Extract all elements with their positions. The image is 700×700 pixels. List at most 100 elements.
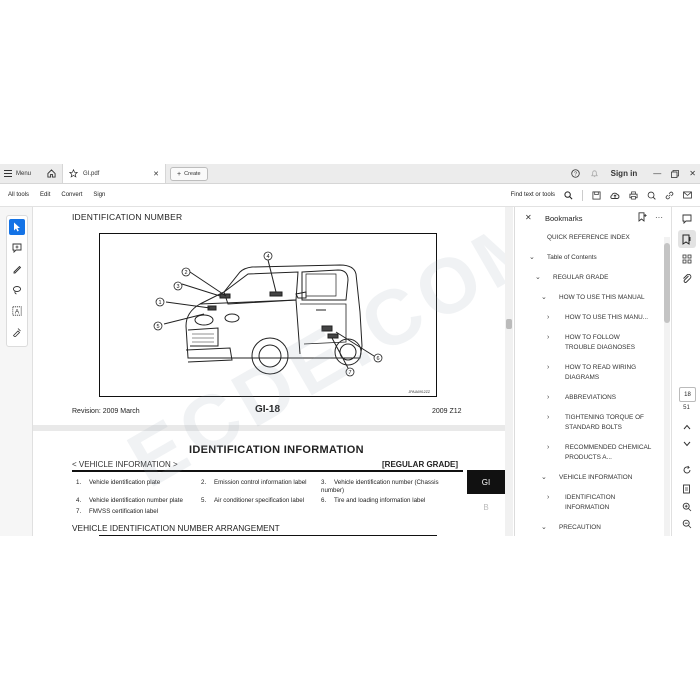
bookmarks-scroll-thumb[interactable] xyxy=(664,243,670,323)
previous-page-button[interactable] xyxy=(680,420,694,434)
bookmarks-scrollbar[interactable] xyxy=(664,237,670,536)
chevron-right-icon[interactable]: › xyxy=(547,333,549,343)
grid-icon xyxy=(682,254,692,264)
all-tools-menu[interactable]: All tools xyxy=(8,192,29,198)
bookmarks-title: Bookmarks xyxy=(545,214,583,223)
print-icon[interactable] xyxy=(629,191,638,200)
page-number-input[interactable]: 18 xyxy=(679,387,696,402)
rotate-button[interactable] xyxy=(680,463,694,477)
select-tool[interactable] xyxy=(9,219,25,235)
more-options-icon[interactable]: ··· xyxy=(655,213,663,222)
link-icon[interactable] xyxy=(665,191,674,200)
bookmark-item[interactable]: › HOW TO READ WIRING DIAGRAMS xyxy=(547,363,645,383)
bookmarks-pane-button[interactable] xyxy=(678,230,696,248)
bookmark-item[interactable]: ⌄ VEHICLE INFORMATION xyxy=(541,473,671,483)
save-icon[interactable] xyxy=(592,190,601,200)
chevron-right-icon[interactable]: › xyxy=(547,413,549,423)
chevron-down-icon xyxy=(683,441,691,447)
draw-tool[interactable] xyxy=(9,282,25,298)
zoom-out-button[interactable] xyxy=(680,517,694,531)
chevron-right-icon[interactable]: › xyxy=(547,393,549,403)
legend-item: 2. Emission control information label xyxy=(201,479,307,486)
minimize-icon[interactable]: — xyxy=(653,169,661,178)
bookmark-item[interactable]: › RECOMMENDED CHEMICAL PRODUCTS A... xyxy=(547,443,653,463)
document-viewport[interactable]: IDENTIFICATION NUMBER 3 1 2 4 5 6 7 JPAI… xyxy=(33,207,513,536)
close-tab-icon[interactable]: ✕ xyxy=(153,170,159,178)
bookmarks-panel: ✕ Bookmarks ··· QUICK REFERENCE INDEX ⌄ T… xyxy=(514,207,671,536)
text-box-icon: A xyxy=(12,306,22,316)
bookmark-item[interactable]: › ABBREVIATIONS xyxy=(547,393,671,403)
side-index-tab-b: B xyxy=(483,502,489,512)
ai-search-icon[interactable] xyxy=(647,191,656,200)
menu-button[interactable]: Menu xyxy=(4,164,31,183)
bookmark-item[interactable]: › HOW TO USE THIS MANU... xyxy=(547,313,655,323)
bookmark-item[interactable]: › IDENTIFICATION INFORMATION xyxy=(547,493,645,513)
lasso-icon xyxy=(12,286,22,295)
highlight-tool[interactable] xyxy=(9,261,25,277)
chevron-down-icon[interactable]: ⌄ xyxy=(541,473,547,483)
sign-tool[interactable] xyxy=(9,324,25,340)
svg-text:?: ? xyxy=(574,171,577,177)
comments-pane-button[interactable] xyxy=(680,212,694,226)
bookmark-item[interactable]: ⌄ REGULAR GRADE xyxy=(535,273,671,283)
bookmark-item[interactable]: ⌄ HOW TO USE THIS MANUAL xyxy=(541,293,671,303)
sign-in-button[interactable]: Sign in xyxy=(611,169,638,178)
close-window-icon[interactable]: ✕ xyxy=(689,169,696,178)
document-scrollbar[interactable] xyxy=(505,207,513,536)
extract-button[interactable] xyxy=(680,482,694,496)
legend-item: 7. FMVSS certification label xyxy=(76,508,159,515)
figure-code: JPAIA0912ZZ xyxy=(408,390,430,394)
zoom-in-button[interactable] xyxy=(680,500,694,514)
hamburger-icon xyxy=(4,170,12,177)
attachments-pane-button[interactable] xyxy=(680,272,694,286)
bookmark-item[interactable]: ⌄ Table of Contents xyxy=(529,253,671,263)
comment-add-icon xyxy=(12,243,22,253)
create-button[interactable]: + Create xyxy=(170,167,208,181)
chevron-right-icon[interactable]: › xyxy=(547,363,549,373)
next-page-button[interactable] xyxy=(680,437,694,451)
comment-tool[interactable] xyxy=(9,240,25,256)
model-year: 2009 Z12 xyxy=(432,408,462,415)
chevron-right-icon[interactable]: › xyxy=(547,313,549,323)
text-tool[interactable]: A xyxy=(9,303,25,319)
callout-number: 2 xyxy=(184,270,187,276)
bell-icon[interactable] xyxy=(590,169,599,178)
heading-rule xyxy=(72,470,463,472)
tab-title: GI.pdf xyxy=(83,170,100,177)
chevron-down-icon[interactable]: ⌄ xyxy=(541,293,547,303)
chevron-down-icon[interactable]: ⌄ xyxy=(541,523,547,533)
menu-label: Menu xyxy=(16,170,32,177)
bookmark-item[interactable]: ⌄ PRECAUTION xyxy=(541,523,671,533)
home-button[interactable] xyxy=(44,164,58,183)
chevron-right-icon[interactable]: › xyxy=(547,493,549,503)
chevron-right-icon[interactable]: › xyxy=(547,443,549,453)
restore-icon[interactable] xyxy=(671,169,680,178)
search-icon[interactable] xyxy=(564,190,573,200)
paperclip-icon xyxy=(683,274,692,283)
legend-item: 5. Air conditioner specification label xyxy=(201,497,305,504)
document-scroll-thumb[interactable] xyxy=(506,319,512,329)
bookmark-item[interactable]: › TIGHTENING TORQUE OF STANDARD BOLTS xyxy=(547,413,653,433)
close-panel-icon[interactable]: ✕ xyxy=(525,213,532,222)
convert-menu[interactable]: Convert xyxy=(61,192,82,198)
bookmark-item[interactable]: › HOW TO FOLLOW TROUBLE DIAGNOSES xyxy=(547,333,645,353)
upload-icon[interactable] xyxy=(610,191,620,200)
add-bookmark-icon[interactable] xyxy=(638,212,647,222)
mail-icon[interactable] xyxy=(683,191,692,199)
chevron-down-icon[interactable]: ⌄ xyxy=(535,273,541,283)
sign-menu[interactable]: Sign xyxy=(93,192,105,198)
tab-document[interactable]: GI.pdf ✕ xyxy=(62,164,166,183)
help-icon[interactable]: ? xyxy=(570,169,580,178)
right-tool-rail: 18 51 xyxy=(671,207,700,536)
edit-menu[interactable]: Edit xyxy=(40,192,50,198)
section-title: VEHICLE IDENTIFICATION NUMBER ARRANGEMEN… xyxy=(72,523,280,533)
bookmark-icon xyxy=(682,234,691,245)
bookmark-item[interactable]: QUICK REFERENCE INDEX xyxy=(547,233,671,243)
chevron-down-icon[interactable]: ⌄ xyxy=(529,253,535,263)
star-icon[interactable] xyxy=(69,169,78,178)
thumbnails-pane-button[interactable] xyxy=(680,252,694,266)
callout-number: 3 xyxy=(176,284,179,290)
workspace: A IDENTIFICATION NUMBER 3 1 2 4 5 6 7 JP… xyxy=(0,207,700,536)
find-text-button[interactable]: Find text or tools xyxy=(511,192,555,198)
page-heading: IDENTIFICATION NUMBER xyxy=(72,212,183,222)
